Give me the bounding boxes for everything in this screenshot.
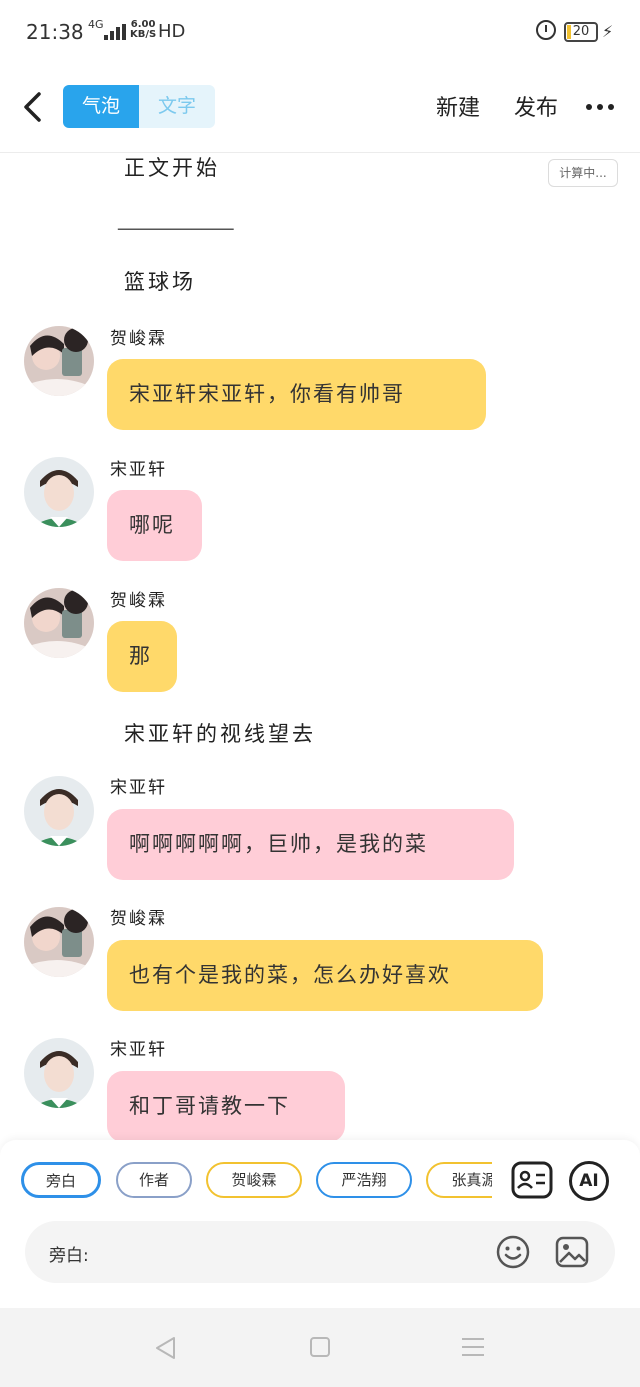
- status-bar: 21:38 4G 6.00 KB/S HD 20 ⚡: [0, 0, 640, 64]
- avatar[interactable]: [24, 457, 94, 527]
- composer-panel: 旁白 作者 贺峻霖 严浩翔 张真源 AI 旁白:: [0, 1140, 640, 1308]
- more-menu-icon[interactable]: [586, 104, 614, 112]
- message-bubble[interactable]: 哪呢: [107, 490, 202, 561]
- speaker-name: 宋亚轩: [110, 1040, 167, 1060]
- avatar[interactable]: [24, 776, 94, 846]
- tab-bubble[interactable]: 气泡: [63, 85, 139, 128]
- network-type: 4G: [88, 18, 104, 31]
- back-arrow-icon[interactable]: [22, 92, 44, 122]
- charging-icon: ⚡: [602, 22, 614, 41]
- tab-text[interactable]: 文字: [139, 85, 215, 128]
- hd-indicator: HD: [158, 21, 186, 42]
- message-bubble[interactable]: 那: [107, 621, 177, 692]
- role-chip-author[interactable]: 作者: [116, 1162, 192, 1198]
- timer-button[interactable]: 计算中...: [548, 159, 618, 187]
- role-chip-zhang-zhenyuan[interactable]: 张真源: [426, 1162, 492, 1198]
- nav-menu-icon[interactable]: [461, 1336, 485, 1358]
- avatar[interactable]: [24, 588, 94, 658]
- chat-area[interactable]: 正文开始 计算中... ___________ 篮球场 贺峻霖 宋亚轩宋亚轩，你…: [0, 152, 640, 1140]
- message-bubble[interactable]: 宋亚轩宋亚轩，你看有帅哥: [107, 359, 486, 430]
- role-chip-narrator[interactable]: 旁白: [21, 1162, 101, 1198]
- battery-icon: 20: [564, 22, 598, 42]
- speaker-name: 贺峻霖: [110, 329, 167, 349]
- mode-tabs: 气泡 文字: [63, 85, 215, 128]
- role-selector: 旁白 作者 贺峻霖 严浩翔 张真源: [0, 1160, 492, 1202]
- emoji-icon[interactable]: [495, 1234, 531, 1270]
- avatar[interactable]: [24, 326, 94, 396]
- message-bubble[interactable]: 和丁哥请教一下: [107, 1071, 345, 1140]
- battery-level: 20: [572, 24, 590, 39]
- role-chip-he-junlin[interactable]: 贺峻霖: [206, 1162, 302, 1198]
- role-chip-yan-haoxiang[interactable]: 严浩翔: [316, 1162, 412, 1198]
- nav-back-icon[interactable]: [154, 1336, 178, 1360]
- message-bubble[interactable]: 也有个是我的菜，怎么办好喜欢: [107, 940, 543, 1011]
- editor-header: 气泡 文字 新建 发布: [0, 64, 640, 153]
- narration-divider[interactable]: ___________: [118, 206, 234, 230]
- narration-text[interactable]: 宋亚轩的视线望去: [124, 718, 316, 748]
- avatar[interactable]: [24, 907, 94, 977]
- alarm-icon: [536, 20, 556, 40]
- publish-button[interactable]: 发布: [514, 90, 558, 122]
- role-card-icon[interactable]: [511, 1161, 553, 1199]
- status-time: 21:38: [26, 20, 84, 44]
- input-role-prefix: 旁白:: [49, 1246, 89, 1266]
- network-speed-unit: KB/S: [130, 29, 157, 40]
- new-button[interactable]: 新建: [436, 90, 480, 122]
- ai-button[interactable]: AI: [569, 1161, 609, 1201]
- narration-text[interactable]: 正文开始: [124, 152, 220, 182]
- network-speed: 6.00 KB/S: [130, 20, 156, 40]
- nav-home-icon[interactable]: [309, 1336, 331, 1358]
- image-icon[interactable]: [554, 1234, 590, 1270]
- message-input[interactable]: [103, 1235, 487, 1271]
- speaker-name: 宋亚轩: [110, 778, 167, 798]
- message-input-box[interactable]: 旁白:: [25, 1221, 615, 1283]
- system-nav-bar: [0, 1308, 640, 1387]
- speaker-name: 贺峻霖: [110, 909, 167, 929]
- avatar[interactable]: [24, 1038, 94, 1108]
- speaker-name: 宋亚轩: [110, 460, 167, 480]
- speaker-name: 贺峻霖: [110, 591, 167, 611]
- message-bubble[interactable]: 啊啊啊啊啊，巨帅，是我的菜: [107, 809, 514, 880]
- signal-icon: [104, 24, 126, 40]
- narration-text[interactable]: 篮球场: [124, 266, 196, 296]
